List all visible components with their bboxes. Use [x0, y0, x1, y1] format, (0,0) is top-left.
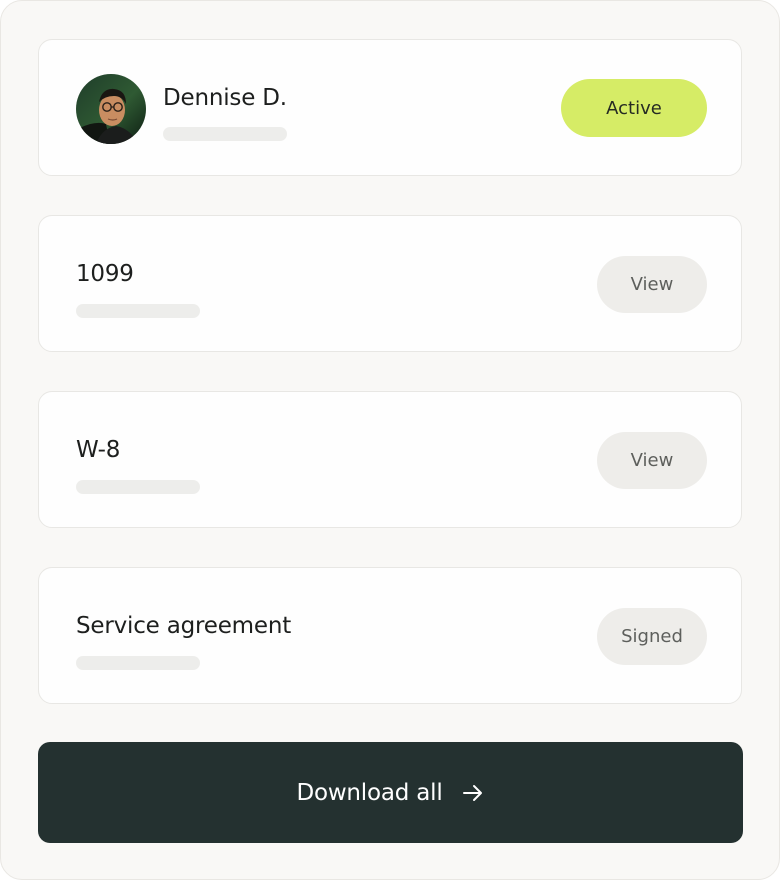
document-subtitle-placeholder	[76, 656, 200, 670]
avatar	[76, 74, 146, 144]
signed-badge[interactable]: Signed	[597, 608, 707, 665]
document-card: 1099 View	[38, 215, 742, 352]
document-card: Service agreement Signed	[38, 567, 742, 704]
documents-panel: Dennise D. Active 1099 View W-8 View Ser…	[0, 0, 780, 880]
document-subtitle-placeholder	[76, 480, 200, 494]
view-button[interactable]: View	[597, 432, 707, 489]
download-all-label: Download all	[296, 779, 443, 806]
document-card: W-8 View	[38, 391, 742, 528]
status-badge: Active	[561, 79, 707, 137]
profile-card: Dennise D. Active	[38, 39, 742, 176]
arrow-right-icon	[461, 781, 485, 805]
document-title: Service agreement	[76, 613, 292, 639]
profile-subtitle-placeholder	[163, 127, 287, 141]
document-subtitle-placeholder	[76, 304, 200, 318]
document-title: 1099	[76, 261, 134, 287]
view-button[interactable]: View	[597, 256, 707, 313]
document-title: W-8	[76, 437, 121, 463]
download-all-button[interactable]: Download all	[38, 742, 743, 843]
profile-name: Dennise D.	[163, 85, 287, 111]
